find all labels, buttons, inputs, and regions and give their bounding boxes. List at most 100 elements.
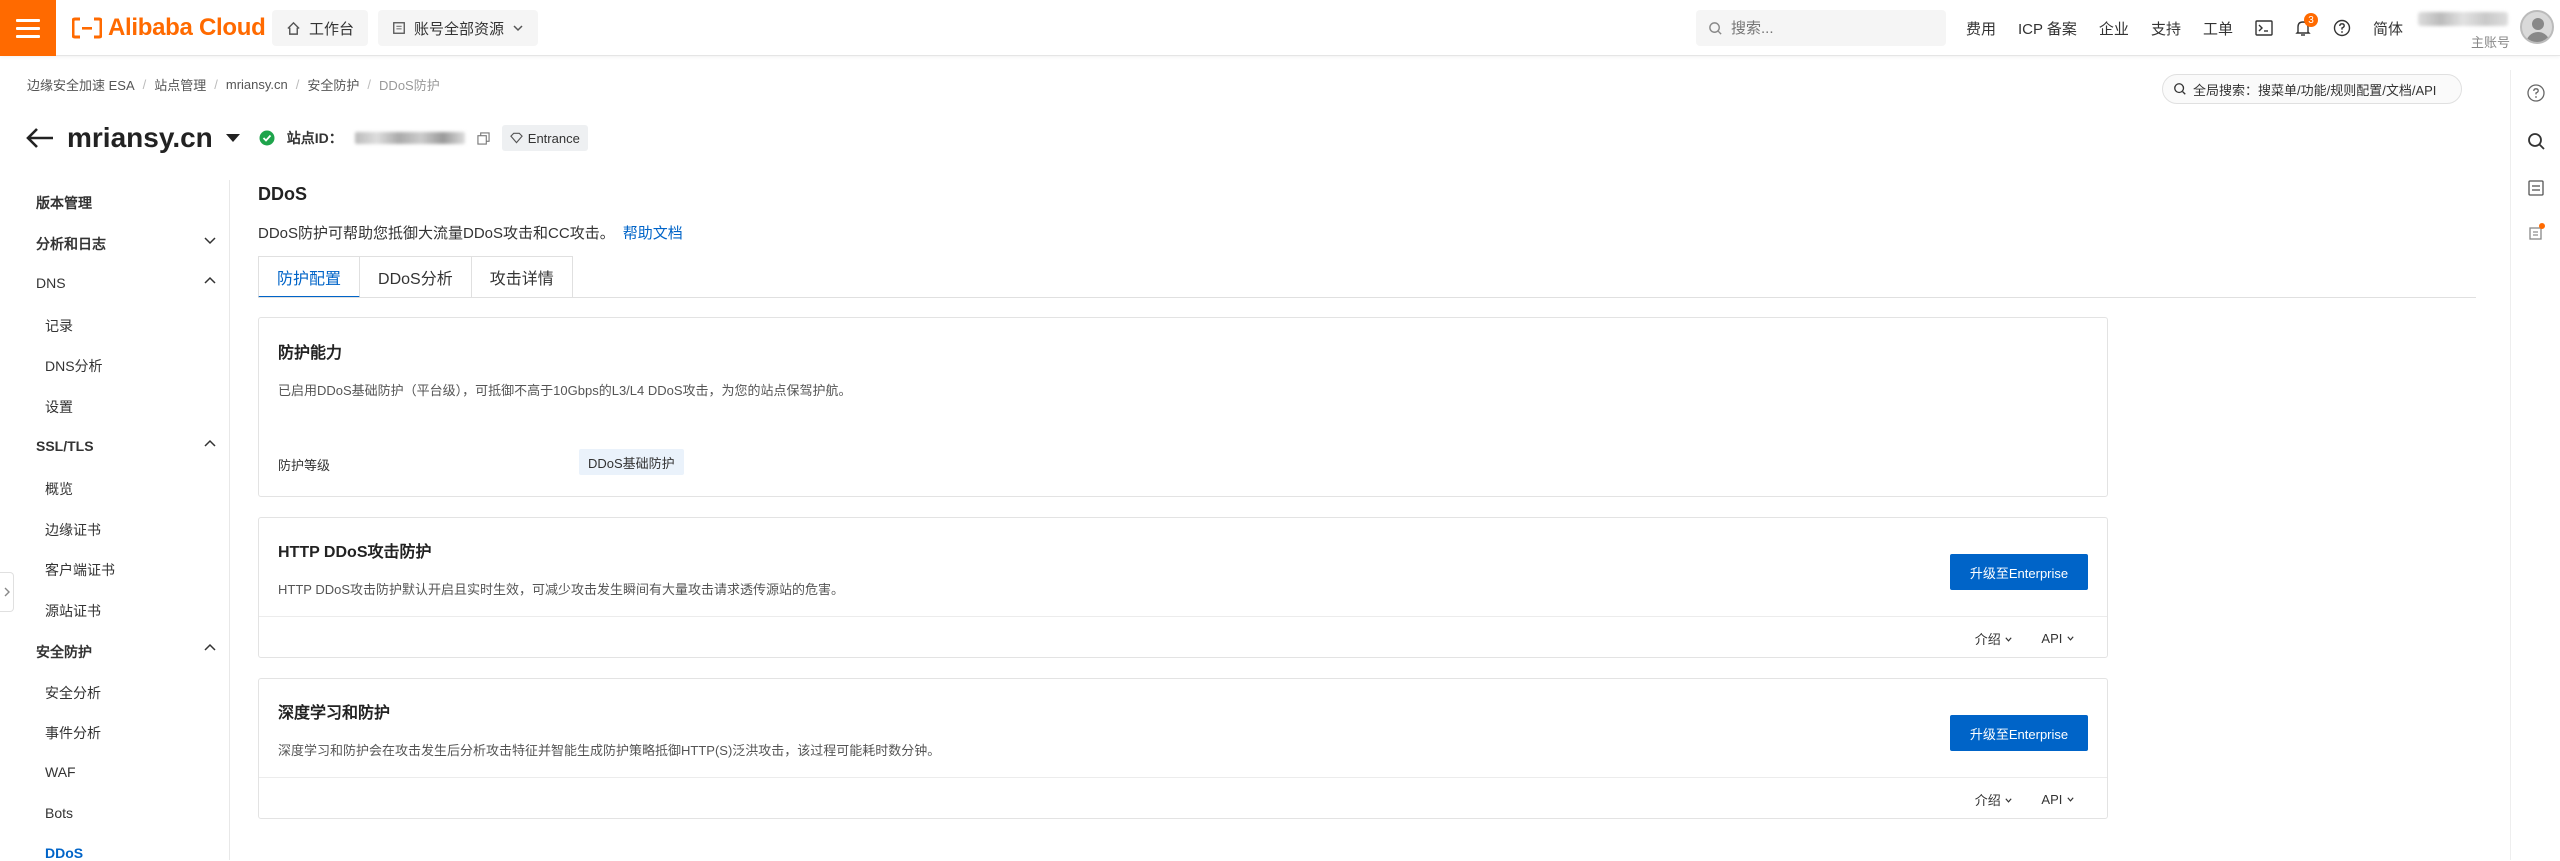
help-icon[interactable] (2526, 83, 2546, 103)
card-title: 防护能力 (278, 345, 343, 362)
protection-level-tag: DDoS基础防护 (579, 449, 684, 475)
help-icon[interactable] (2333, 19, 2351, 37)
breadcrumb-item[interactable]: mriansy.cn (226, 77, 288, 92)
right-toolbar (2510, 70, 2560, 860)
intro-label: 介绍 (1974, 631, 2001, 647)
search-icon (1709, 21, 1722, 35)
link-billing[interactable]: 费用 (1966, 18, 1996, 39)
sidebar-item-edge-cert[interactable]: 边缘证书 (45, 520, 101, 540)
menu-line (16, 26, 40, 30)
breadcrumb-separator: / (214, 77, 218, 92)
avatar-body (2526, 32, 2550, 42)
notification-bell-icon[interactable]: 3 (2295, 13, 2318, 37)
sidebar-item-security-analytics[interactable]: 安全分析 (45, 683, 101, 703)
back-arrow-icon[interactable] (25, 126, 55, 150)
link-enterprise[interactable]: 企业 (2099, 18, 2129, 39)
upgrade-enterprise-button[interactable]: 升级至Enterprise (1950, 554, 2088, 590)
sidebar-item-ssl-overview[interactable]: 概览 (45, 479, 73, 499)
intro-label: 介绍 (1974, 792, 2001, 808)
sidebar-item-client-cert[interactable]: 客户端证书 (45, 560, 115, 580)
breadcrumb-item[interactable]: 边缘安全加速 ESA (27, 75, 135, 94)
search-icon (2174, 83, 2186, 95)
sidebar-item-analytics[interactable]: 分析和日志 (36, 234, 106, 254)
menu-line (16, 34, 40, 38)
chevron-down-icon (2005, 797, 2013, 803)
sidebar-item-bots[interactable]: Bots (45, 805, 73, 821)
search-icon[interactable] (2526, 131, 2546, 151)
chevron-down-icon (2005, 636, 2013, 642)
tab-bar: 防护配置 DDoS分析 攻击详情 (258, 256, 573, 298)
workbench-button[interactable]: 工作台 (272, 10, 369, 46)
sidebar-item-dns[interactable]: DNS (36, 275, 66, 291)
feedback-icon[interactable] (2526, 222, 2546, 242)
sidebar-item-dns-records[interactable]: 记录 (45, 316, 73, 336)
tab-ddos-analytics[interactable]: DDoS分析 (360, 256, 472, 298)
alibaba-cloud-mark-icon (72, 17, 102, 39)
sidebar-item-origin-cert[interactable]: 源站证书 (45, 601, 101, 621)
http-ddos-card: HTTP DDoS攻击防护 HTTP DDoS攻击防护默认开启且实时生效，可减少… (258, 517, 2108, 658)
breadcrumb-separator: / (295, 77, 300, 92)
chevron-up-icon[interactable] (203, 273, 217, 287)
chevron-down-icon (2067, 796, 2074, 802)
sidebar-item-ddos[interactable]: DDoS (45, 845, 83, 861)
link-icp[interactable]: ICP 备案 (2018, 18, 2077, 39)
hamburger-menu-button[interactable] (0, 0, 56, 56)
help-doc-link[interactable]: 帮助文档 (623, 225, 683, 242)
tab-protection-config[interactable]: 防护配置 (258, 256, 361, 298)
api-label: API (2041, 630, 2063, 646)
link-ticket[interactable]: 工单 (2203, 18, 2233, 39)
site-switch-caret-icon[interactable] (225, 132, 241, 144)
account-name-redacted (2418, 12, 2508, 26)
user-avatar[interactable] (2520, 10, 2554, 44)
footer-links: 介绍 API (1975, 617, 2075, 659)
footer-links: 介绍 API (1975, 778, 2075, 820)
sidebar-item-security[interactable]: 安全防护 (36, 642, 92, 662)
language-switch[interactable]: 简体 (2373, 18, 2403, 39)
tab-attack-details[interactable]: 攻击详情 (471, 256, 573, 298)
breadcrumb-separator: / (367, 77, 372, 92)
sidebar-item-ssl[interactable]: SSL/TLS (36, 438, 94, 454)
intro-dropdown[interactable]: 介绍 (1975, 790, 2014, 809)
card-title: HTTP DDoS攻击防护 (278, 544, 432, 561)
top-links: 费用 ICP 备案 企业 支持 工单 3 简体 (1966, 0, 2403, 56)
intro-dropdown[interactable]: 介绍 (1975, 629, 2014, 648)
card-footer: 介绍 API (259, 616, 2107, 658)
sidebar-collapse-handle[interactable] (0, 572, 14, 612)
breadcrumb-current: DDoS防护 (379, 78, 440, 93)
chevron-down-icon[interactable] (203, 234, 217, 248)
protection-capability-card: 防护能力 已启用DDoS基础防护（平台级），可抵御不高于10Gbps的L3/L4… (258, 317, 2108, 497)
resources-icon (393, 22, 405, 34)
top-navigation-bar: Alibaba Cloud 工作台 账号全部资源 费用 ICP 备案 企业 支持… (0, 0, 2560, 56)
checklist-icon[interactable] (2526, 178, 2546, 198)
chevron-down-icon (2067, 635, 2074, 641)
resources-label: 账号全部资源 (414, 20, 505, 38)
workbench-label: 工作台 (309, 20, 355, 38)
global-search-button[interactable]: 全局搜索：搜菜单/功能/规则配置/文档/API (2162, 74, 2462, 104)
chevron-up-icon[interactable] (203, 436, 217, 450)
site-header: mriansy.cn 站点ID： Entrance (25, 118, 588, 158)
upgrade-enterprise-button[interactable]: 升级至Enterprise (1950, 715, 2088, 751)
sidebar-item-event-analytics[interactable]: 事件分析 (45, 723, 101, 743)
top-search-box[interactable] (1696, 10, 1946, 46)
all-resources-dropdown[interactable]: 账号全部资源 (378, 10, 539, 46)
breadcrumb-item[interactable]: 安全防护 (307, 75, 359, 94)
breadcrumb-item[interactable]: 站点管理 (154, 75, 206, 94)
copy-icon[interactable] (477, 131, 490, 145)
deep-learning-card: 深度学习和防护 深度学习和防护会在攻击发生后分析攻击特征并智能生成防护策略抵御H… (258, 678, 2108, 819)
sidebar-item-waf[interactable]: WAF (45, 764, 76, 780)
home-icon (287, 21, 300, 35)
plan-badge: Entrance (501, 125, 588, 151)
alibaba-cloud-logo[interactable]: Alibaba Cloud (72, 14, 266, 41)
link-support[interactable]: 支持 (2151, 18, 2181, 39)
tabs-divider (258, 297, 2476, 298)
sidebar-item-version[interactable]: 版本管理 (36, 193, 92, 213)
terminal-icon[interactable] (2255, 20, 2273, 36)
api-dropdown[interactable]: API (2041, 792, 2075, 807)
chevron-up-icon[interactable] (203, 640, 217, 654)
global-search-label: 全局搜索：搜菜单/功能/规则配置/文档/API (2193, 82, 2437, 98)
sidebar-item-dns-settings[interactable]: 设置 (45, 397, 73, 417)
api-dropdown[interactable]: API (2041, 631, 2075, 646)
account-menu[interactable]: 主账号 (2410, 10, 2510, 50)
sidebar-item-dns-analytics[interactable]: DNS分析 (45, 356, 103, 376)
top-search-input[interactable] (1731, 19, 1931, 37)
